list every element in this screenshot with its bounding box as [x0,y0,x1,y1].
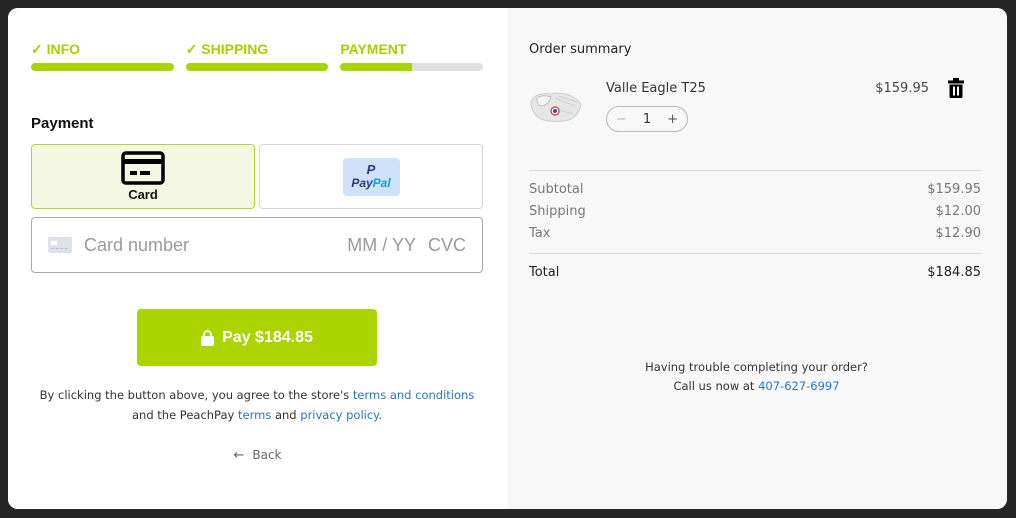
payment-method-card-label: Card [128,187,158,202]
pay-button[interactable]: Pay $184.85 [137,309,377,366]
paypal-logo: P PayPal [342,157,400,196]
checkout-steps: ✓ INFO ✓ SHIPPING PAYMENT [31,40,484,71]
pay-button-label: Pay $184.85 [222,328,313,346]
total-divider [529,253,981,254]
privacy-policy-link[interactable]: privacy policy [300,408,378,422]
step-shipping-label: ✓ SHIPPING [185,41,269,57]
cart-item: Valle Eagle T25 − 1 + $159.95 [529,78,981,138]
back-arrow-icon: ← [233,448,245,463]
shipping-value: $12.00 [935,204,982,219]
help-call-text: Call us now at [673,379,759,393]
step-payment-label: PAYMENT [340,41,407,57]
step-shipping-progress-fill [185,63,329,71]
product-thumbnail [529,78,583,138]
summary-divider [529,170,981,171]
shipping-label: Shipping [529,204,586,219]
shipping-row: Shipping $12.00 [529,204,981,219]
support-phone-link[interactable]: 407-627-6997 [758,379,839,393]
total-row: Total $184.85 [529,265,981,280]
tax-label: Tax [529,226,551,241]
credit-card-icon [121,151,165,185]
step-info[interactable]: ✓ INFO [31,40,174,71]
item-name: Valle Eagle T25 [606,81,706,96]
total-label: Total [529,265,560,280]
payment-method-paypal[interactable]: P PayPal [259,144,483,209]
card-expiry-input[interactable]: MM / YY [347,235,416,256]
payment-method-card[interactable]: Card [31,144,255,209]
paypal-wordmark: PayPal [351,176,390,190]
step-shipping[interactable]: ✓ SHIPPING [185,40,329,71]
step-payment[interactable]: PAYMENT [340,40,484,71]
back-label: Back [252,448,282,462]
increase-quantity-button[interactable]: + [667,112,678,127]
help-text: Having trouble completing your order? [645,360,868,374]
legal-text: and the PeachPay [131,408,238,422]
paypal-wordmark-pay: Pay [351,175,373,190]
subtotal-value: $159.95 [927,182,981,197]
subtotal-label: Subtotal [529,182,584,197]
store-terms-link[interactable]: terms and conditions [353,388,474,402]
total-value: $184.85 [927,265,981,280]
quantity-stepper: − 1 + [606,106,688,132]
checkout-modal: ✓ INFO ✓ SHIPPING PAYMENT Payment Card P… [8,8,1007,509]
back-link[interactable]: ← Back [8,448,507,463]
tax-value: $12.90 [935,226,982,241]
payment-methods: Card P PayPal [31,144,483,209]
payment-title: Payment [31,115,94,132]
card-brand-icon [48,237,72,253]
step-payment-progress-fill [340,63,412,71]
legal-text: and [271,408,301,422]
tax-row: Tax $12.90 [529,226,981,241]
step-shipping-progress [185,63,329,71]
item-price: $159.95 [875,81,929,96]
step-info-label: ✓ INFO [31,41,81,57]
help-notice: Having trouble completing your order? Ca… [507,358,1006,396]
legal-text: By clicking the button above, you agree … [39,388,353,402]
card-input-field[interactable]: Card number MM / YY CVC [31,217,483,273]
step-info-progress-fill [31,63,174,71]
legal-text: . [378,408,382,422]
lock-icon [201,329,215,346]
trash-icon[interactable] [948,78,964,98]
paypal-p-icon: P [366,161,376,177]
card-number-input[interactable]: Card number [84,235,335,256]
paypal-wordmark-pal: Pal [372,175,391,190]
step-info-progress [31,63,174,71]
payment-panel: ✓ INFO ✓ SHIPPING PAYMENT Payment Card P… [8,8,507,509]
subtotal-row: Subtotal $159.95 [529,182,981,197]
quantity-value[interactable]: 1 [643,112,651,127]
decrease-quantity-button[interactable]: − [616,112,627,127]
card-cvc-input[interactable]: CVC [428,235,466,256]
order-summary-panel: Order summary Valle Eagle T25 − 1 + $159… [507,8,1007,509]
step-payment-progress [340,63,484,71]
peachpay-terms-link[interactable]: terms [238,408,271,422]
legal-notice: By clicking the button above, you agree … [31,385,483,425]
order-summary-title: Order summary [529,42,632,57]
